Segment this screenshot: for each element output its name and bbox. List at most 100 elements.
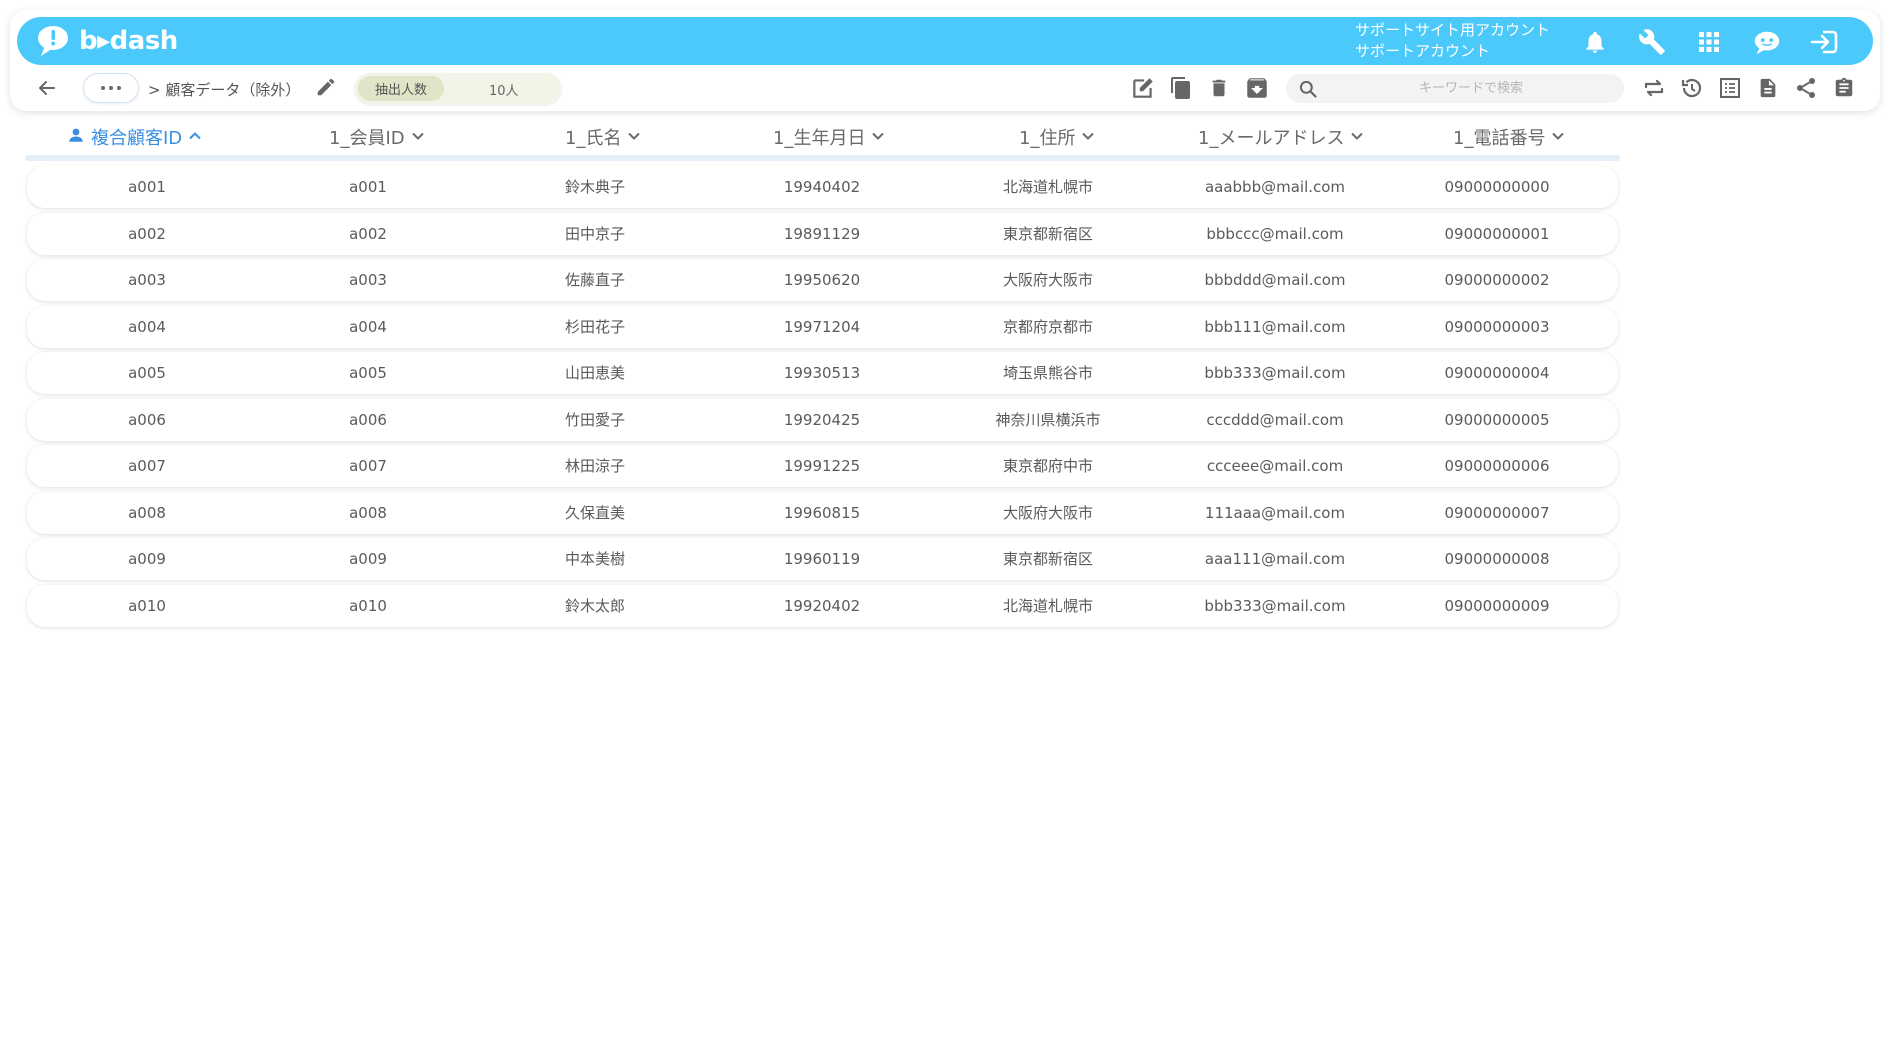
column-header[interactable]: 1_会員ID — [329, 125, 425, 149]
table-row[interactable]: a007 a007 林田涼子 19991225 東京都府中市 ccceee@mail.co… — [27, 445, 1618, 487]
table-cell: a003 — [128, 271, 166, 289]
count-label: 抽出人数 — [358, 76, 444, 101]
account-info[interactable]: サポートサイト用アカウント サポートアカウント — [1355, 20, 1550, 62]
chevron-down-icon[interactable] — [1350, 127, 1364, 148]
top-navigation-bar: b▸dash サポートサイト用アカウント サポートアカウント — [17, 17, 1873, 65]
table-cell: cccddd@mail.com — [1206, 410, 1344, 429]
chevron-down-icon[interactable] — [1551, 127, 1565, 148]
table-cell: 19930513 — [783, 364, 861, 382]
list-view-icon[interactable] — [1716, 74, 1744, 102]
table-cell: a007 — [349, 457, 387, 475]
table-cell: bbb111@mail.com — [1204, 317, 1346, 336]
document-icon[interactable] — [1754, 74, 1782, 102]
table-cell: 北海道札幌市 — [1002, 178, 1094, 196]
table-cell: 大阪府大阪市 — [1002, 271, 1094, 289]
extraction-count: 抽出人数 10人 — [355, 73, 561, 104]
table-cell: bbbccc@mail.com — [1206, 224, 1344, 243]
table-cell: 09000000000 — [1444, 178, 1550, 196]
column-header-label: 1_氏名 — [565, 128, 622, 149]
table-cell: 杉田花子 — [564, 317, 626, 336]
column-header[interactable]: 1_氏名 — [565, 125, 641, 149]
column-header[interactable]: 1_メールアドレス — [1198, 125, 1364, 149]
column-header[interactable]: 1_住所 — [1019, 125, 1095, 149]
table-cell: a001 — [349, 178, 387, 196]
table-cell: 09000000006 — [1444, 457, 1550, 475]
breadcrumb-current[interactable]: 顧客データ（除外） — [165, 81, 300, 99]
search-icon — [1298, 79, 1318, 99]
table-row[interactable]: a003 a003 佐藤直子 19950620 大阪府大阪市 bbbddd@mail.co… — [27, 259, 1618, 301]
table-header-divider — [25, 155, 1620, 161]
logout-icon[interactable] — [1810, 27, 1840, 57]
table-cell: 09000000002 — [1444, 271, 1550, 289]
table-cell: 09000000007 — [1444, 503, 1550, 522]
table-row[interactable]: a008 a008 久保直美 19960815 大阪府大阪市 111aaa@mail.co… — [27, 491, 1618, 534]
table-row[interactable]: a002 a002 田中京子 19891129 東京都新宿区 bbbccc@mail.co… — [27, 212, 1618, 255]
search-input[interactable] — [1326, 74, 1616, 103]
pencil-icon[interactable] — [315, 76, 339, 100]
table-row[interactable]: a010 a010 鈴木太郎 19920402 北海道札幌市 bbb333@mail.co… — [27, 584, 1618, 627]
table-cell: 19920402 — [783, 596, 861, 615]
table-row[interactable]: a006 a006 竹田愛子 19920425 神奈川県横浜市 cccddd@mail.c… — [27, 398, 1618, 441]
chevron-up-icon[interactable] — [188, 127, 202, 148]
column-header-label: 複合顧客ID — [91, 128, 183, 149]
table-cell: 大阪府大阪市 — [1002, 503, 1094, 522]
table-cell: a009 — [349, 550, 387, 568]
chevron-down-icon[interactable] — [627, 127, 641, 148]
column-header-label: 1_電話番号 — [1453, 128, 1546, 149]
table-row[interactable]: a005 a005 山田恵美 19930513 埼玉県熊谷市 bbb333@mail.co… — [27, 352, 1618, 394]
table-cell: ccceee@mail.com — [1206, 457, 1344, 475]
share-icon[interactable] — [1792, 74, 1820, 102]
table-cell: a004 — [349, 317, 387, 336]
table-cell: a008 — [349, 503, 387, 522]
back-arrow-icon[interactable] — [35, 76, 59, 100]
chevron-down-icon[interactable] — [411, 127, 425, 148]
apps-grid-icon[interactable] — [1694, 27, 1724, 57]
archive-icon[interactable] — [1243, 74, 1271, 102]
account-role: サポートアカウント — [1355, 42, 1491, 60]
table-cell: aaabbb@mail.com — [1204, 178, 1346, 196]
table-row[interactable]: a009 a009 中本美樹 19960119 東京都新宿区 aaa111@mail.co… — [27, 538, 1618, 580]
column-header[interactable]: 1_生年月日 — [773, 125, 885, 149]
column-header-label: 1_会員ID — [329, 128, 405, 149]
table-cell: a008 — [128, 503, 166, 522]
table-cell: 東京都新宿区 — [1002, 550, 1094, 568]
table-cell: 中本美樹 — [564, 550, 626, 568]
table-cell: bbb333@mail.com — [1204, 596, 1346, 615]
table-cell: 19991225 — [783, 457, 861, 475]
column-header[interactable]: 複合顧客ID — [67, 125, 202, 149]
table-cell: 19971204 — [783, 317, 861, 336]
table-row[interactable]: a001 a001 鈴木典子 19940402 北海道札幌市 aaabbb@mail.co… — [27, 166, 1618, 208]
wrench-icon[interactable] — [1637, 27, 1667, 57]
bell-icon[interactable] — [1580, 27, 1610, 57]
chevron-down-icon[interactable] — [871, 127, 885, 148]
column-header[interactable]: 1_電話番号 — [1453, 125, 1565, 149]
table-cell: 111aaa@mail.com — [1204, 503, 1346, 522]
column-header-label: 1_住所 — [1019, 128, 1076, 149]
chevron-down-icon[interactable] — [1081, 127, 1095, 148]
history-icon[interactable] — [1678, 74, 1706, 102]
dot — [109, 86, 113, 90]
edit-note-icon[interactable] — [1129, 74, 1157, 102]
clipboard-icon[interactable] — [1830, 74, 1858, 102]
table-cell: a009 — [128, 550, 166, 568]
sync-icon[interactable] — [1640, 74, 1668, 102]
table-cell: 林田涼子 — [564, 457, 626, 475]
account-name: サポートサイト用アカウント — [1355, 21, 1551, 39]
copy-icon[interactable] — [1167, 74, 1195, 102]
table-cell: 山田恵美 — [564, 364, 626, 382]
breadcrumb-more-button[interactable] — [83, 73, 139, 103]
table-cell: 京都府京都市 — [1002, 317, 1094, 336]
bdash-logo[interactable]: b▸dash — [35, 24, 178, 58]
table-cell: 19891129 — [783, 224, 861, 243]
table-cell: 佐藤直子 — [564, 271, 626, 289]
table-row[interactable]: a004 a004 杉田花子 19971204 京都府京都市 bbb111@mail.co… — [27, 305, 1618, 348]
breadcrumb-separator: > — [148, 81, 161, 99]
dot — [101, 86, 105, 90]
table-cell: a010 — [349, 596, 387, 615]
table-cell: 鈴木太郎 — [564, 596, 626, 615]
table-cell: a007 — [128, 457, 166, 475]
table-cell: a005 — [128, 364, 166, 382]
chat-bot-icon[interactable] — [1752, 27, 1782, 57]
table-cell: 東京都新宿区 — [1002, 224, 1094, 243]
delete-icon[interactable] — [1205, 74, 1233, 102]
